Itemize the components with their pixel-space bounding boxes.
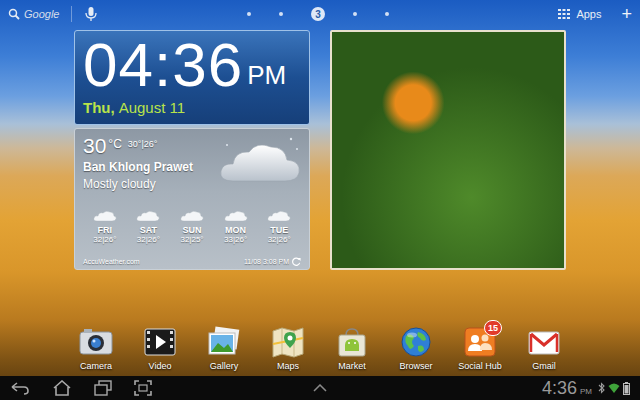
forecast-day: SUN32|25° [170,209,214,244]
back-icon[interactable] [10,381,30,395]
forecast-weekday: SUN [182,225,201,235]
forecast: FRI32|26°SAT32|26°SUN32|25°MON33|26°TUE3… [83,209,301,244]
forecast-day: SAT32|26° [127,209,171,244]
forecast-weekday: MON [225,225,246,235]
gallery-icon[interactable] [206,326,242,358]
app-shortcut[interactable]: Market [320,326,384,371]
current-temp: 30 [83,135,106,157]
video-icon[interactable] [142,326,178,358]
cloud-icon [179,209,205,223]
recent-apps-icon[interactable] [94,380,112,396]
page-dot[interactable] [247,12,251,16]
forecast-day: FRI32|26° [83,209,127,244]
refresh-icon[interactable] [292,257,301,266]
battery-icon [623,382,630,395]
location: Ban Khlong Prawet [83,160,193,174]
app-label: Browser [399,361,432,371]
photo-frame-widget[interactable] [330,30,566,270]
app-shortcut[interactable]: Gallery [192,326,256,371]
apps-button: Apps [576,8,601,20]
notification-badge: 15 [484,320,502,336]
app-label: Social Hub [458,361,502,371]
wifi-icon [608,382,620,394]
clock-day: Thu, [83,99,115,116]
screenshot-icon[interactable] [134,380,152,396]
forecast-range: 32|26° [268,235,291,244]
search-icon[interactable] [8,8,20,20]
temp-unit: °C [108,137,121,151]
app-label: Video [149,361,172,371]
app-dock: Camera Video Gallery Maps Market Browser Socia… [0,326,640,371]
app-shortcut[interactable]: Gmail [512,326,576,371]
forecast-range: 33|26° [224,235,247,244]
app-shortcut[interactable]: Camera [64,326,128,371]
bluetooth-icon [598,382,605,394]
forecast-weekday: TUE [270,225,288,235]
add-button[interactable]: + [621,5,632,23]
forecast-weekday: FRI [98,225,113,235]
forecast-day: TUE32|26° [257,209,301,244]
forecast-range: 32|26° [93,235,116,244]
clock-date: August 11 [119,99,185,116]
caret-up-icon[interactable] [313,384,327,392]
market-icon[interactable] [334,326,370,358]
app-shortcut[interactable]: Maps [256,326,320,371]
status-area[interactable]: 4:36PM [430,378,630,398]
cloud-icon [223,209,249,223]
condition: Mostly cloudy [83,177,193,191]
maps-icon[interactable] [270,326,306,358]
clock-ampm: PM [247,60,286,91]
status-time: 4:36 [542,378,577,398]
app-label: Camera [80,361,112,371]
app-label: Maps [277,361,299,371]
today-range: 30°|26° [128,139,158,149]
app-label: Gallery [210,361,239,371]
home-icon[interactable] [52,380,72,396]
app-shortcut[interactable]: Social Hub15 [448,326,512,371]
camera-icon[interactable] [78,326,114,358]
weather-source: AccuWeather.com [83,258,140,265]
updated-time: 11/08 3:08 PM [244,258,289,265]
forecast-weekday: SAT [140,225,157,235]
microphone-icon[interactable] [84,6,98,22]
page-dot[interactable] [353,12,357,16]
cloud-icon [92,209,118,223]
google-search[interactable]: Google [8,6,168,22]
page-dot[interactable]: 3 [311,7,325,21]
page-indicator: 3 [168,7,472,21]
system-bar: 4:36PM [0,376,640,400]
page-dot[interactable] [279,12,283,16]
top-bar: Google 3 Apps + [0,0,640,28]
apps-grid-icon[interactable] [558,9,570,19]
app-label: Market [338,361,366,371]
clock-widget[interactable]: 04:36PM Thu,August 11 [74,30,310,125]
forecast-day: MON33|26° [214,209,258,244]
cloud-icon [135,209,161,223]
cloud-icon [266,209,292,223]
forecast-range: 32|25° [180,235,203,244]
gmail-icon[interactable] [526,326,562,358]
forecast-range: 32|26° [137,235,160,244]
browser-icon[interactable] [398,326,434,358]
google-label: Google [24,8,59,20]
page-dot[interactable] [385,12,389,16]
clock-time: 04:36 [83,33,243,97]
weather-widget[interactable]: 30°C 30°|26° Ban Khlong Prawet Mostly cloud… [74,128,310,270]
cloud-icon [215,133,305,193]
app-shortcut[interactable]: Browser [384,326,448,371]
page-number: 3 [315,9,321,20]
app-shortcut[interactable]: Video [128,326,192,371]
status-ampm: PM [580,387,592,396]
app-label: Gmail [532,361,556,371]
